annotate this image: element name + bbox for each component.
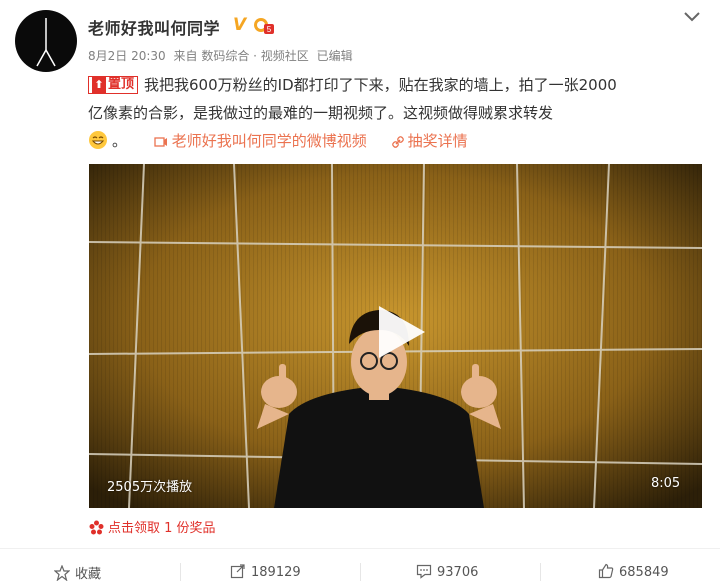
verified-icon[interactable]: V [233, 15, 246, 35]
divider [360, 563, 361, 581]
smile-emoji-icon [89, 131, 107, 149]
author-name[interactable]: 老师好我叫何同学 [88, 15, 220, 39]
post-text-1: 我把我600万粉丝的ID都打印了下来，贴在我家的墙上，拍了一张2000 [144, 76, 617, 94]
video-link-icon [154, 137, 167, 147]
play-icon[interactable] [371, 304, 427, 360]
video-source-link[interactable]: 老师好我叫何同学的微博视频 [154, 132, 367, 150]
avatar-clock-graphic [36, 18, 56, 67]
lottery-details-link[interactable]: 抽奖详情 [391, 132, 468, 150]
post-date[interactable]: 8月2日 20:30 [88, 49, 166, 63]
post-meta: 8月2日 20:30 来自 数码综合 · 视频社区 已编辑 [88, 47, 357, 64]
edited-label[interactable]: 已编辑 [317, 49, 353, 63]
pinned-label: 置顶 [108, 77, 135, 92]
lottery-link-label: 抽奖详情 [407, 132, 468, 150]
link-chain-icon [391, 136, 404, 148]
divider [180, 563, 181, 581]
comment-count: 93706 [437, 565, 479, 580]
post-text-line-3: 。 老师好我叫何同学的微博视频 抽奖详情 [88, 130, 468, 151]
comment-button[interactable]: 93706 [416, 563, 478, 583]
repost-count: 189129 [251, 565, 301, 580]
claim-prize-label: 点击领取 1 份奖品 [108, 521, 216, 536]
thumbs-up-icon [598, 563, 614, 579]
pinned-badge: ⬆ 置顶 [88, 76, 139, 94]
post-text-3: 。 [112, 132, 128, 150]
video-link-label: 老师好我叫何同学的微博视频 [171, 132, 367, 150]
like-count: 685849 [619, 565, 669, 580]
weibo-post-card: 老师好我叫何同学 V 5 8月2日 20:30 来自 数码综合 · 视频社区 已… [0, 0, 720, 588]
flower-icon [89, 520, 104, 535]
like-button[interactable]: 685849 [598, 563, 669, 583]
video-play-count: 2505万次播放 [107, 480, 193, 495]
repost-button[interactable]: 189129 [230, 563, 301, 583]
post-action-bar: 收藏 189129 93706 685849 [0, 548, 720, 588]
post-text-line-1: ⬆ 置顶 我把我600万粉丝的ID都打印了下来，贴在我家的墙上，拍了一张2000 [88, 74, 617, 95]
video-duration: 8:05 [651, 476, 681, 491]
post-text-2: 亿像素的合影，是我做过的最难的一期视频了。这视频做得贼累求转发 [88, 104, 554, 122]
favorite-label: 收藏 [75, 567, 102, 582]
claim-prize-link[interactable]: 点击领取 1 份奖品 [89, 517, 216, 536]
pin-icon: ⬆ [92, 77, 106, 93]
star-icon [53, 564, 71, 582]
level-badge-icon[interactable]: 5 [253, 15, 275, 35]
favorite-button[interactable]: 收藏 [53, 563, 102, 583]
svg-text:5: 5 [267, 25, 272, 34]
post-text-line-2: 亿像素的合影，是我做过的最难的一期视频了。这视频做得贼累求转发 [88, 102, 553, 123]
comment-icon [416, 564, 432, 579]
repost-icon [230, 564, 245, 579]
post-source: 来自 数码综合 · 视频社区 [173, 49, 309, 63]
divider [540, 563, 541, 581]
chevron-down-icon[interactable] [681, 8, 703, 26]
author-avatar[interactable] [15, 10, 77, 72]
